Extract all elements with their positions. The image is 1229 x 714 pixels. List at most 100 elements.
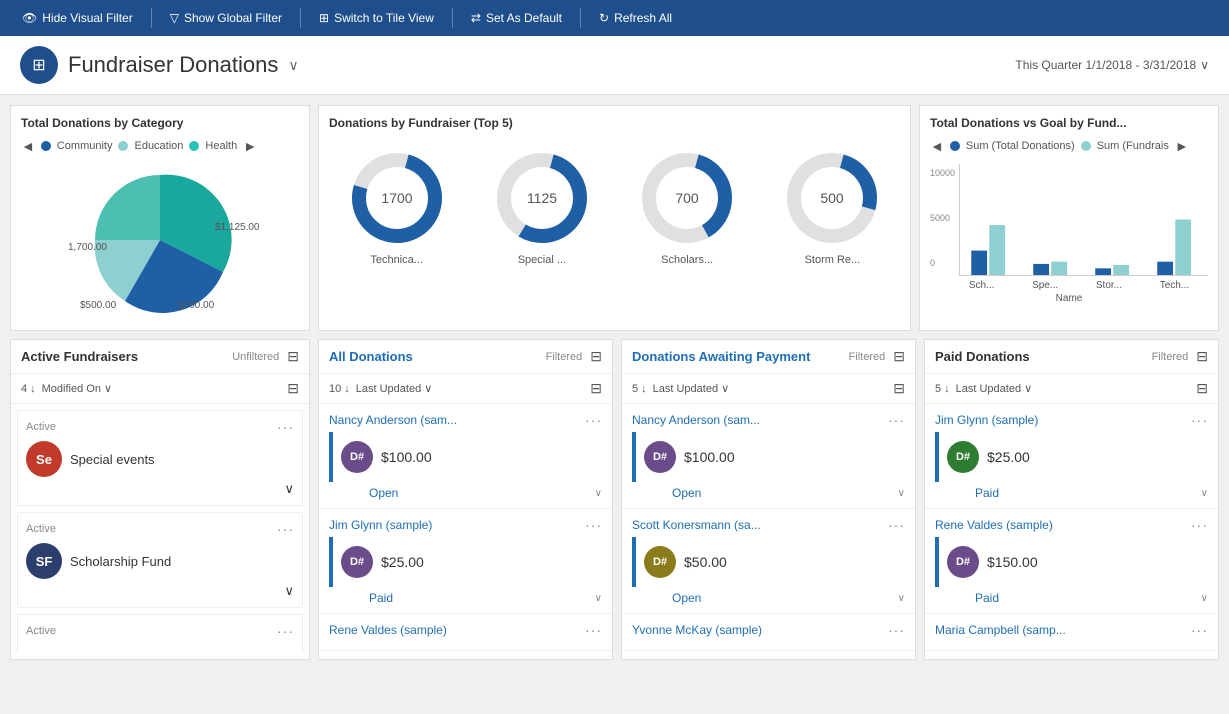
donut-svg-3: 700: [637, 148, 737, 248]
awaiting-expand-1[interactable]: ∨: [898, 488, 905, 499]
fundraiser-sort-field[interactable]: Modified On ∨: [42, 382, 112, 395]
awaiting-name-link-1[interactable]: Nancy Anderson (sam...: [632, 413, 760, 427]
donation-name-link-3[interactable]: Rene Valdes (sample): [329, 623, 447, 637]
bar-stor-goal[interactable]: [1113, 265, 1129, 275]
page-header: ⊞ Fundraiser Donations ∨ This Quarter 1/…: [0, 36, 1229, 95]
bar-sch-goal[interactable]: [989, 225, 1005, 275]
all-donations-filter-btn[interactable]: ⊟: [590, 380, 602, 397]
paid-body-1: D# $25.00: [935, 432, 1208, 482]
awaiting-name-link-3[interactable]: Yvonne McKay (sample): [632, 623, 762, 637]
awaiting-filter-btn[interactable]: ⊟: [893, 380, 905, 397]
fundraiser-chevron-2[interactable]: ∨: [26, 583, 294, 599]
hide-filter-button[interactable]: 👁 Hide Visual Filter: [12, 7, 143, 29]
paid-sort-field[interactable]: Last Updated ∨: [956, 382, 1033, 395]
awaiting-sort-field[interactable]: Last Updated ∨: [653, 382, 730, 395]
donation-dots-2[interactable]: ···: [585, 517, 602, 533]
awaiting-sort-count[interactable]: 5 ↓: [632, 383, 647, 395]
donut-2: 1125 Special ...: [492, 148, 592, 266]
fundraiser-dots-3[interactable]: ···: [277, 623, 294, 639]
donation-dots-1[interactable]: ···: [585, 412, 602, 428]
bar-tech-goal[interactable]: [1175, 220, 1191, 276]
nav-right-arrow[interactable]: ►: [243, 138, 257, 154]
donation-expand-1[interactable]: ∨: [595, 488, 602, 499]
awaiting-avatar-2: D#: [644, 546, 676, 578]
bar-spe-goal[interactable]: [1051, 262, 1067, 275]
paid-expand-2[interactable]: ∨: [1201, 593, 1208, 604]
bar-spe-donations[interactable]: [1033, 264, 1049, 275]
fundraiser-dots-2[interactable]: ···: [277, 521, 294, 537]
fundraiser-dots-1[interactable]: ···: [277, 419, 294, 435]
paid-dots-3[interactable]: ···: [1191, 622, 1208, 638]
avatar-special-events: Se: [26, 441, 62, 477]
payment-status-2[interactable]: Paid: [369, 591, 393, 605]
paid-body-2: D# $150.00: [935, 537, 1208, 587]
value-500: $500.00: [80, 300, 117, 311]
awaiting-dots-1[interactable]: ···: [888, 412, 905, 428]
donation-dots-3[interactable]: ···: [585, 622, 602, 638]
paid-donations-filter-icon[interactable]: ⊟: [1196, 348, 1208, 365]
donation-name-link-2[interactable]: Jim Glynn (sample): [329, 518, 432, 532]
awaiting-status-2[interactable]: Open: [672, 591, 701, 605]
goal-chart: Total Donations vs Goal by Fund... ◄ Sum…: [919, 105, 1219, 331]
awaiting-expand-2[interactable]: ∨: [898, 593, 905, 604]
switch-tile-view-button[interactable]: ⊞ Switch to Tile View: [309, 7, 444, 29]
show-global-filter-button[interactable]: ▽ Show Global Filter: [160, 7, 292, 29]
fundraiser-chevron-1[interactable]: ∨: [26, 481, 294, 497]
blue-bar-1: [329, 432, 333, 482]
title-chevron-icon[interactable]: ∨: [288, 57, 298, 74]
payment-status-1[interactable]: Open: [369, 486, 398, 500]
awaiting-name-link-2[interactable]: Scott Konersmann (sa...: [632, 518, 761, 532]
list-item: Jim Glynn (sample) ··· D# $25.00 Paid ∨: [319, 509, 612, 614]
active-fundraisers-title: Active Fundraisers: [21, 349, 138, 364]
nav-left-arrow[interactable]: ◄: [21, 138, 35, 154]
donation-expand-2[interactable]: ∨: [595, 593, 602, 604]
paid-status-2[interactable]: Paid: [975, 591, 999, 605]
toolbar: 👁 Hide Visual Filter ▽ Show Global Filte…: [0, 0, 1229, 36]
paid-filter-btn[interactable]: ⊟: [1196, 380, 1208, 397]
paid-status-1[interactable]: Paid: [975, 486, 999, 500]
bar-sch-donations[interactable]: [971, 251, 987, 275]
goal-nav-right[interactable]: ►: [1175, 138, 1189, 154]
awaiting-body-1: D# $100.00: [632, 432, 905, 482]
education-dot: [118, 141, 128, 151]
donation-name-link-1[interactable]: Nancy Anderson (sam...: [329, 413, 457, 427]
goal-nav-left[interactable]: ◄: [930, 138, 944, 154]
list-item: Nancy Anderson (sam... ··· D# $100.00 Op…: [319, 404, 612, 509]
paid-sort-count[interactable]: 5 ↓: [935, 383, 950, 395]
medium-teal-slice[interactable]: [95, 175, 160, 240]
fundraiser-body-1: Se Special events: [26, 441, 294, 477]
date-range[interactable]: This Quarter 1/1/2018 - 3/31/2018 ∨: [1015, 58, 1209, 72]
toolbar-separator: [151, 8, 152, 28]
list-item: Maria Campbell (samp... ···: [925, 614, 1218, 651]
donations-awaiting-filter-icon[interactable]: ⊟: [893, 348, 905, 365]
bar-stor-donations[interactable]: [1095, 268, 1111, 275]
paid-expand-1[interactable]: ∨: [1201, 488, 1208, 499]
value-700: $700.00: [178, 300, 215, 311]
bar-chart-inner: [959, 164, 1208, 276]
paid-name-link-1[interactable]: Jim Glynn (sample): [935, 413, 1038, 427]
fundreis-dot: [1081, 141, 1091, 151]
health-dot: [189, 141, 199, 151]
fundraiser-sort-count[interactable]: 4 ↓: [21, 383, 36, 395]
paid-dots-2[interactable]: ···: [1191, 517, 1208, 533]
all-donations-filter-icon[interactable]: ⊟: [590, 348, 602, 365]
awaiting-dots-3[interactable]: ···: [888, 622, 905, 638]
paid-item-header-1: Jim Glynn (sample) ···: [935, 412, 1208, 428]
lists-row: Active Fundraisers Unfiltered ⊟ 4 ↓ Modi…: [10, 339, 1219, 660]
fundraiser-filter-icon[interactable]: ⊟: [287, 380, 299, 397]
all-donations-sort-count[interactable]: 10 ↓: [329, 383, 350, 395]
donut-label-3: Scholars...: [661, 254, 713, 266]
paid-dots-1[interactable]: ···: [1191, 412, 1208, 428]
awaiting-dots-2[interactable]: ···: [888, 517, 905, 533]
paid-name-link-2[interactable]: Rene Valdes (sample): [935, 518, 1053, 532]
bar-tech-donations[interactable]: [1157, 262, 1173, 275]
paid-name-link-3[interactable]: Maria Campbell (samp...: [935, 623, 1066, 637]
paid-donations-status: Filtered: [1152, 351, 1189, 363]
set-default-button[interactable]: ⇄ Set As Default: [461, 7, 572, 29]
refresh-all-button[interactable]: ↻ Refresh All: [589, 7, 682, 29]
grid-icon: ⊞: [32, 55, 45, 75]
all-donations-sort-field[interactable]: Last Updated ∨: [356, 382, 433, 395]
awaiting-status-1[interactable]: Open: [672, 486, 701, 500]
paid-item-header-3: Maria Campbell (samp... ···: [935, 622, 1208, 638]
filter-columns-icon[interactable]: ⊟: [287, 348, 299, 365]
